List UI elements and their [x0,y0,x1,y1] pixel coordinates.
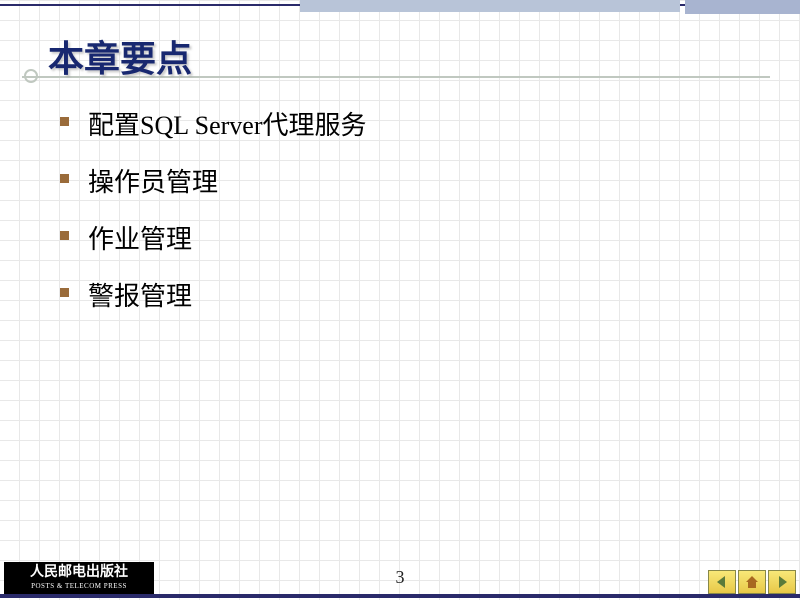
page-number: 3 [396,567,405,588]
publisher-name-en: POSTS & TELECOM PRESS [31,582,127,590]
next-button[interactable] [768,570,796,594]
top-corner-box [685,0,800,14]
list-item: 操作员管理 [60,162,367,199]
list-item: 作业管理 [60,219,367,256]
arrow-left-icon [714,574,730,590]
prev-button[interactable] [708,570,736,594]
publisher-name-cn: 人民邮电出版社 [30,565,128,582]
title-circle-decor [24,69,38,83]
bullet-list: 配置SQL Server代理服务 操作员管理 作业管理 警报管理 [60,105,367,333]
list-item: 配置SQL Server代理服务 [60,105,367,142]
top-decor-bar [300,0,680,12]
list-item: 警报管理 [60,276,367,313]
publisher-logo: 人民邮电出版社 POSTS & TELECOM PRESS [4,562,154,594]
home-button[interactable] [738,570,766,594]
arrow-right-icon [774,574,790,590]
bottom-border [0,594,800,598]
nav-button-group [708,570,796,594]
slide-title: 本章要点 [48,30,192,82]
home-icon [744,574,760,590]
